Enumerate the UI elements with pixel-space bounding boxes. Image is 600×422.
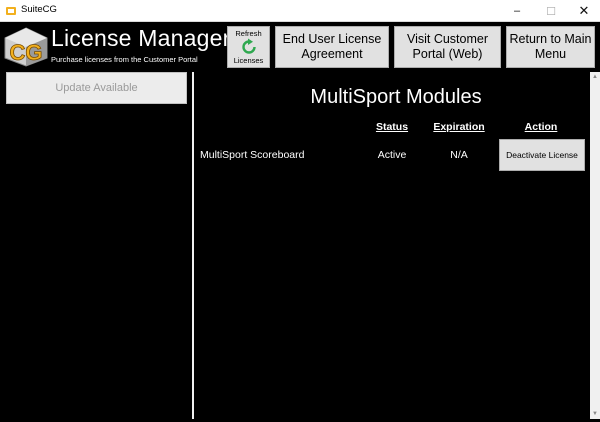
module-name: MultiSport Scoreboard — [200, 149, 305, 161]
app-title: License Manager — [51, 25, 231, 51]
refresh-label-top: Refresh — [235, 29, 262, 38]
panel-divider — [192, 72, 194, 419]
main-menu-button[interactable]: Return to Main Menu — [506, 26, 595, 68]
refresh-label-bottom: Licenses — [233, 56, 264, 65]
minimize-button[interactable]: – — [500, 0, 534, 22]
scroll-down-icon[interactable]: ▼ — [590, 409, 600, 419]
section-title: MultiSport Modules — [310, 86, 482, 108]
app-icon — [6, 7, 16, 15]
module-status: Active — [377, 149, 407, 161]
refresh-licenses-button[interactable]: Refresh Licenses — [227, 26, 270, 68]
column-header-action: Action — [524, 121, 558, 133]
close-button[interactable]: ✕ — [567, 0, 600, 22]
window-title: SuiteCG — [21, 4, 57, 15]
refresh-icon — [241, 38, 256, 54]
app-subtitle: Purchase licenses from the Customer Port… — [51, 55, 198, 64]
column-header-status: Status — [375, 121, 409, 133]
customer-portal-button[interactable]: Visit Customer Portal (Web) — [394, 26, 501, 68]
window-titlebar: SuiteCG – ☐ ✕ — [0, 0, 600, 22]
scroll-up-icon[interactable]: ▲ — [590, 72, 600, 82]
maximize-button[interactable]: ☐ — [534, 0, 568, 22]
update-available-button[interactable]: Update Available — [6, 72, 187, 104]
vertical-scrollbar[interactable]: ▲ ▼ — [590, 72, 600, 419]
deactivate-license-button[interactable]: Deactivate License — [499, 139, 585, 171]
suitecg-logo: CG — [4, 27, 48, 67]
logo-text: CG — [10, 40, 43, 65]
column-header-expiration: Expiration — [433, 121, 485, 133]
module-expiration: N/A — [450, 149, 468, 161]
eula-button[interactable]: End User License Agreement — [275, 26, 389, 68]
